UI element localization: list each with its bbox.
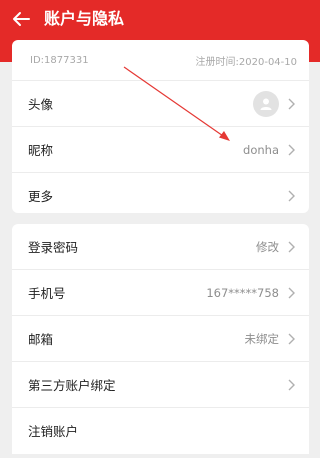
account-id: ID:1877331: [30, 54, 89, 66]
row-email[interactable]: 邮箱 未绑定: [12, 315, 309, 361]
profile-card: ID:1877331 注册时间:2020-04-10 头像 昵称 donha 更…: [12, 40, 309, 213]
account-meta: ID:1877331 注册时间:2020-04-10: [12, 40, 309, 80]
page-title: 账户与隐私: [44, 9, 125, 28]
row-label: 更多: [28, 189, 54, 204]
row-login-password[interactable]: 登录密码 修改: [12, 224, 309, 269]
avatar-icon: [253, 90, 279, 117]
back-arrow-icon: [13, 12, 30, 26]
chevron-right-icon: [288, 144, 295, 155]
chevron-right-icon: [288, 287, 295, 298]
row-label: 注销账户: [28, 424, 79, 439]
row-label: 头像: [28, 97, 54, 112]
chevron-right-icon: [288, 190, 295, 201]
back-button[interactable]: [8, 7, 34, 31]
row-phone[interactable]: 手机号 167*****758: [12, 269, 309, 315]
nickname-value: donha: [243, 142, 279, 157]
row-avatar[interactable]: 头像: [12, 80, 309, 126]
row-cancel-account[interactable]: 注销账户: [12, 407, 309, 453]
security-card: 登录密码 修改 手机号 167*****758 邮箱 未绑定 第三方账户绑定 注…: [12, 224, 309, 454]
chevron-right-icon: [288, 379, 295, 390]
email-value: 未绑定: [244, 331, 280, 346]
password-action: 修改: [256, 239, 279, 254]
row-label: 邮箱: [28, 332, 54, 347]
row-more[interactable]: 更多: [12, 172, 309, 218]
row-nickname[interactable]: 昵称 donha: [12, 126, 309, 172]
chevron-right-icon: [288, 98, 295, 109]
row-label: 手机号: [28, 286, 66, 301]
row-third-party-binding[interactable]: 第三方账户绑定: [12, 361, 309, 407]
row-label: 登录密码: [28, 240, 79, 255]
register-date: 注册时间:2020-04-10: [195, 56, 297, 68]
chevron-right-icon: [288, 241, 295, 252]
row-label: 第三方账户绑定: [28, 378, 116, 393]
chevron-right-icon: [288, 333, 295, 344]
phone-value: 167*****758: [206, 285, 279, 300]
row-label: 昵称: [28, 143, 54, 158]
